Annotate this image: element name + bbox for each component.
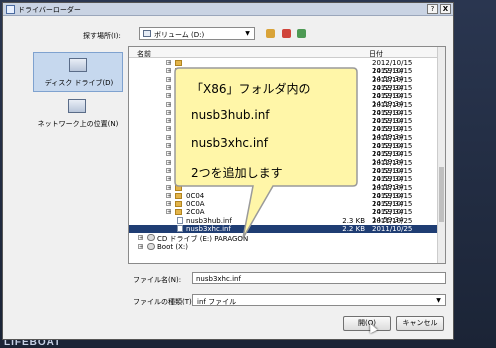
file-name-input[interactable]: nusb3xhc.inf: [192, 272, 446, 284]
disk-drive-icon: [69, 58, 87, 72]
annotation-callout: 「X86」フォルダ内の nusb3hub.inf nusb3xhc.inf 2つ…: [173, 66, 359, 239]
network-icon: [68, 99, 86, 113]
column-date[interactable]: 日付: [369, 49, 383, 59]
expand-icon[interactable]: +: [166, 126, 171, 132]
file-type-label: ファイルの種類(T):: [133, 298, 195, 306]
expand-icon[interactable]: +: [166, 201, 171, 207]
expand-icon[interactable]: +: [166, 76, 171, 82]
cancel-button[interactable]: キャンセル: [396, 316, 444, 331]
expand-icon[interactable]: +: [138, 235, 143, 241]
callout-line: 2つを追加します: [191, 166, 283, 180]
place-label: ネットワーク上の位置(N): [37, 120, 119, 128]
volume-icon: [143, 30, 151, 37]
dialog-title: ドライバーローダー: [18, 6, 81, 14]
places-bar: ディスク ドライブ(D) ネットワーク上の位置(N): [33, 46, 123, 316]
look-in-dropdown[interactable]: ボリューム (D:) ▼: [139, 27, 255, 40]
expand-icon[interactable]: +: [166, 143, 171, 149]
expand-icon[interactable]: +: [166, 109, 171, 115]
help-button[interactable]: ?: [427, 4, 438, 14]
look-in-value: ボリューム (D:): [154, 31, 205, 39]
expand-icon[interactable]: +: [166, 68, 171, 74]
app-icon: [6, 5, 15, 14]
place-network[interactable]: ネットワーク上の位置(N): [33, 94, 123, 134]
expand-icon[interactable]: +: [166, 176, 171, 182]
up-folder-icon[interactable]: [266, 29, 275, 38]
expand-icon[interactable]: +: [166, 118, 171, 124]
place-label: ディスク ドライブ(D): [44, 79, 114, 87]
desktop-background: LIFEBOAT ドライバーローダー ? X 探す場所(I): ボリューム (D…: [0, 0, 496, 348]
expand-icon[interactable]: +: [138, 244, 143, 250]
place-disk-drive[interactable]: ディスク ドライブ(D): [33, 52, 123, 92]
column-header: 名前 日付: [129, 47, 437, 58]
expand-icon[interactable]: +: [166, 93, 171, 99]
expand-icon[interactable]: +: [166, 151, 171, 157]
chevron-down-icon: ▼: [436, 297, 441, 304]
expand-icon[interactable]: +: [166, 192, 171, 198]
expand-icon[interactable]: +: [166, 134, 171, 140]
column-name[interactable]: 名前: [137, 49, 151, 59]
drive-icon: [147, 243, 155, 251]
expand-icon[interactable]: +: [166, 184, 171, 190]
callout-line: 「X86」フォルダ内の: [191, 82, 311, 96]
callout-line: nusb3hub.inf: [191, 108, 270, 122]
expand-icon[interactable]: +: [166, 84, 171, 90]
expand-icon[interactable]: +: [166, 101, 171, 107]
scrollbar-thumb[interactable]: [439, 167, 444, 222]
file-name-label: ファイル名(N):: [133, 276, 182, 284]
chevron-down-icon: ▼: [245, 30, 250, 37]
expand-icon[interactable]: +: [166, 167, 171, 173]
driver-loader-dialog: ドライバーローダー ? X 探す場所(I): ボリューム (D:) ▼ ディスク…: [2, 2, 454, 340]
new-folder-icon[interactable]: [297, 29, 306, 38]
close-button[interactable]: X: [440, 4, 451, 14]
vertical-scrollbar[interactable]: [437, 47, 445, 263]
title-bar[interactable]: ドライバーローダー ? X: [3, 3, 453, 16]
callout-line: nusb3xhc.inf: [191, 136, 268, 150]
file-type-value: inf ファイル: [197, 298, 237, 306]
expand-icon[interactable]: +: [166, 209, 171, 215]
file-type-dropdown[interactable]: inf ファイル ▼: [192, 294, 446, 306]
delete-icon[interactable]: [282, 29, 291, 38]
look-in-label: 探す場所(I):: [83, 32, 121, 40]
expand-icon[interactable]: +: [166, 60, 171, 66]
drive-icon: [147, 234, 155, 242]
expand-icon[interactable]: +: [166, 159, 171, 165]
